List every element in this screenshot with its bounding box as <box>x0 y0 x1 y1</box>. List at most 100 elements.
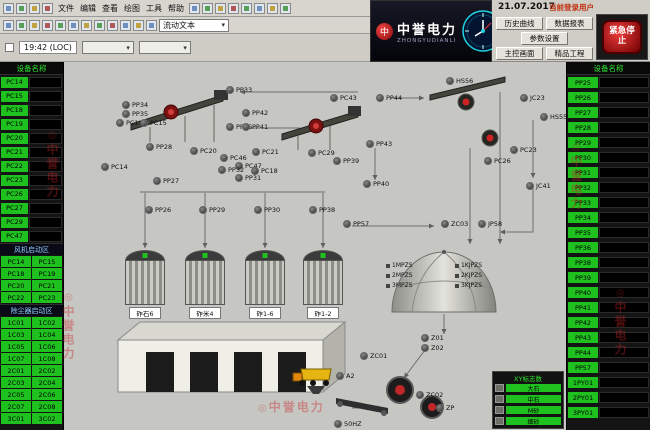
dome-feed-label[interactable]: 3MPZS <box>386 282 413 289</box>
dust-start-button[interactable]: 3C02 <box>32 413 62 424</box>
device-code-cell[interactable]: PP42 <box>568 317 598 328</box>
dome-feed-label[interactable]: 3KJPZS <box>455 282 482 289</box>
device-code-cell[interactable]: PC23 <box>1 175 28 186</box>
device-code-cell[interactable]: PP27 <box>568 107 598 118</box>
dome-feed-label[interactable]: 1MPZS <box>386 262 413 269</box>
dust-start-button[interactable]: 1C06 <box>32 341 62 352</box>
device-marker[interactable]: PC46 <box>220 154 247 162</box>
device-marker[interactable]: PP57 <box>343 220 369 228</box>
device-code-cell[interactable]: PP34 <box>568 212 598 223</box>
device-code-cell[interactable]: PP41 <box>568 302 598 313</box>
device-code-cell[interactable]: PP43 <box>568 332 598 343</box>
device-marker[interactable]: PP26 <box>145 206 171 214</box>
device-code-cell[interactable]: PC18 <box>1 105 28 116</box>
device-marker[interactable]: A2 <box>336 372 355 380</box>
text-style-combobox[interactable]: 流动文本 <box>159 19 229 32</box>
device-marker[interactable]: PC20 <box>190 147 217 155</box>
device-marker[interactable]: PP34 <box>122 101 148 109</box>
device-marker[interactable]: PP42 <box>242 109 268 117</box>
device-code-cell[interactable]: PC22 <box>1 161 28 172</box>
device-marker[interactable]: PC14 <box>101 163 128 171</box>
dust-start-button[interactable]: 1C04 <box>32 329 62 340</box>
device-marker[interactable]: Z02 <box>421 344 444 352</box>
menu-item[interactable]: 绘图 <box>121 2 143 15</box>
open-icon[interactable] <box>16 3 27 14</box>
zoom-icon[interactable] <box>254 3 265 14</box>
copy-icon[interactable] <box>202 3 213 14</box>
menu-item[interactable]: 帮助 <box>165 2 187 15</box>
fan-start-button[interactable]: PC21 <box>32 280 62 291</box>
fan-start-button[interactable]: PC14 <box>1 256 31 267</box>
save-icon[interactable] <box>29 3 40 14</box>
material-value-cell[interactable]: 中石 <box>506 395 561 403</box>
device-code-cell[interactable]: PP35 <box>568 227 598 238</box>
print-icon[interactable] <box>42 3 53 14</box>
data-report-button[interactable]: 数据报表 <box>546 17 593 30</box>
dust-start-button[interactable]: 1C08 <box>32 353 62 364</box>
device-marker[interactable]: PP43 <box>366 140 392 148</box>
device-marker[interactable]: PP29 <box>199 206 225 214</box>
image-icon[interactable] <box>81 20 92 31</box>
dust-start-button[interactable]: 2C08 <box>32 401 62 412</box>
window-combobox[interactable] <box>139 41 191 54</box>
device-marker[interactable]: ZP <box>436 404 454 412</box>
dome-feed-label[interactable]: 2MPZS <box>386 272 413 279</box>
device-code-cell[interactable]: PC27 <box>1 203 28 214</box>
material-value-cell[interactable]: 大石 <box>506 384 561 392</box>
device-marker[interactable]: Z01 <box>421 334 444 342</box>
device-marker[interactable]: ZC01 <box>360 352 387 360</box>
valve-icon[interactable] <box>146 20 157 31</box>
device-code-cell[interactable]: PP25 <box>568 77 598 88</box>
main-screen-button[interactable]: 主控画面 <box>496 47 543 60</box>
device-marker[interactable]: JP58 <box>478 220 502 228</box>
device-code-cell[interactable]: PC26 <box>1 189 28 200</box>
device-marker[interactable]: PP44 <box>376 94 402 102</box>
device-code-cell[interactable]: PP44 <box>568 347 598 358</box>
device-marker[interactable]: PP33 <box>226 86 252 94</box>
paste-icon[interactable] <box>215 3 226 14</box>
ellipse-icon[interactable] <box>42 20 53 31</box>
cut-icon[interactable] <box>189 3 200 14</box>
menu-item[interactable]: 查看 <box>99 2 121 15</box>
device-code-cell[interactable]: PC20 <box>1 133 28 144</box>
device-code-cell[interactable]: PP32 <box>568 182 598 193</box>
device-code-cell[interactable]: PP30 <box>568 152 598 163</box>
parameter-settings-button[interactable]: 参数设置 <box>521 32 568 45</box>
device-marker[interactable]: PP32 <box>218 166 244 174</box>
dust-start-button[interactable]: 1C01 <box>1 317 31 328</box>
device-code-cell[interactable]: PC15 <box>1 91 28 102</box>
dust-start-button[interactable]: 2C07 <box>1 401 31 412</box>
menu-item[interactable]: 编辑 <box>77 2 99 15</box>
device-code-cell[interactable]: PP26 <box>568 92 598 103</box>
device-marker[interactable]: PP39 <box>333 157 359 165</box>
device-code-cell[interactable]: PC19 <box>1 119 28 130</box>
dust-start-button[interactable]: 3C01 <box>1 413 31 424</box>
device-code-cell[interactable]: PC21 <box>1 147 28 158</box>
device-marker[interactable]: ZC02 <box>416 391 443 399</box>
fan-start-button[interactable]: PC20 <box>1 280 31 291</box>
material-value-cell[interactable]: M砂 <box>506 406 561 414</box>
device-marker[interactable]: PP31 <box>235 174 261 182</box>
view-combobox[interactable] <box>82 41 134 54</box>
device-code-cell[interactable]: PP28 <box>568 122 598 133</box>
device-code-cell[interactable]: 2PY01 <box>568 392 598 403</box>
dust-start-button[interactable]: 1C02 <box>32 317 62 328</box>
device-marker[interactable]: HS56 <box>446 77 473 85</box>
fan-start-button[interactable]: PC23 <box>32 292 62 303</box>
device-code-cell[interactable]: PC29 <box>1 217 28 228</box>
dust-start-button[interactable]: 2C01 <box>1 365 31 376</box>
device-code-cell[interactable]: PP33 <box>568 197 598 208</box>
line-icon[interactable] <box>16 20 27 31</box>
menu-item[interactable]: 工具 <box>143 2 165 15</box>
rect-icon[interactable] <box>29 20 40 31</box>
device-marker[interactable]: JC23 <box>520 94 545 102</box>
dome-feed-label[interactable]: 1KJPZS <box>455 262 482 269</box>
fan-start-button[interactable]: PC19 <box>32 268 62 279</box>
device-marker[interactable]: PP38 <box>309 206 335 214</box>
device-code-cell[interactable]: PP29 <box>568 137 598 148</box>
device-marker[interactable]: PP30 <box>254 206 280 214</box>
device-marker[interactable]: HS55 <box>540 113 567 121</box>
dust-start-button[interactable]: 2C04 <box>32 377 62 388</box>
device-code-cell[interactable]: 3PY01 <box>568 407 598 418</box>
dust-start-button[interactable]: 2C03 <box>1 377 31 388</box>
